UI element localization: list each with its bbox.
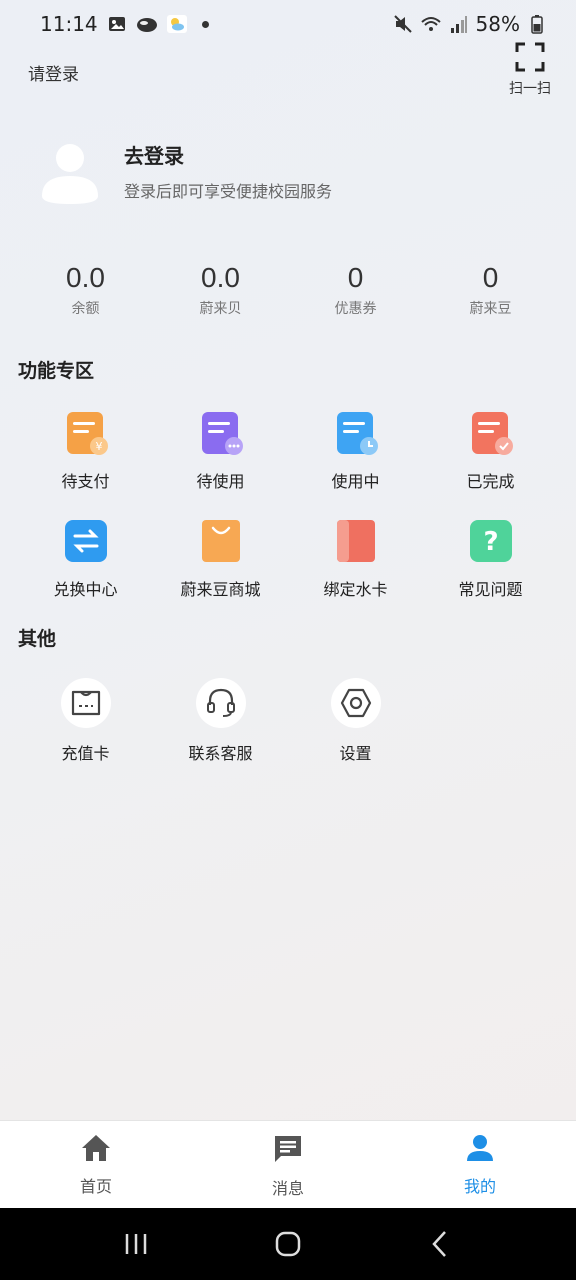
status-right: 58% — [392, 12, 548, 36]
tab-label: 消息 — [271, 1179, 304, 1198]
completed-icon — [468, 410, 514, 456]
feature-label: 已完成 — [466, 472, 515, 491]
home-nav-icon — [275, 1231, 301, 1257]
home-icon — [80, 1133, 112, 1167]
battery-icon — [526, 13, 548, 35]
feature-pending-payment[interactable]: ¥ 待支付 — [18, 410, 153, 518]
stats-row: 0.0 余额 0.0 蔚来贝 0 优惠券 0 蔚来豆 — [18, 262, 558, 318]
cloud-icon — [136, 13, 158, 35]
profile-card[interactable]: 去登录 登录后即可享受便捷校园服务 — [40, 138, 540, 218]
wifi-icon — [420, 13, 442, 35]
feature-label: 待使用 — [196, 472, 245, 491]
headset-icon — [195, 678, 246, 728]
tab-mine[interactable]: 我的 — [384, 1121, 576, 1208]
weather-icon — [166, 13, 188, 35]
mute-icon — [392, 13, 414, 35]
feature-pending-use[interactable]: 待使用 — [153, 410, 288, 518]
feature-label: 兑换中心 — [53, 580, 118, 599]
other-title: 其他 — [18, 628, 57, 650]
feature-label: 常见问题 — [458, 580, 523, 599]
scan-icon — [515, 42, 545, 76]
pending-use-icon — [198, 410, 244, 456]
feature-label: 使用中 — [331, 472, 380, 491]
svg-text:¥: ¥ — [95, 440, 102, 453]
stat-balance[interactable]: 0.0 余额 — [18, 262, 153, 318]
stat-value: 0.0 — [201, 262, 240, 293]
other-settings[interactable]: 设置 — [288, 678, 423, 786]
svg-text:?: ? — [483, 527, 498, 557]
feature-dou-mall[interactable]: 蔚来豆商城 — [153, 518, 288, 626]
back-icon — [432, 1231, 446, 1257]
scan-button[interactable]: 扫一扫 — [506, 42, 554, 98]
back-button[interactable] — [410, 1219, 470, 1269]
notification-dot — [201, 20, 209, 28]
login-link[interactable]: 请登录 — [28, 60, 79, 85]
shopping-bag-icon — [198, 518, 244, 564]
other-grid: 充值卡 联系客服 设置 — [18, 678, 558, 786]
settings-icon — [330, 678, 381, 728]
profile-title[interactable]: 去登录 — [124, 140, 184, 169]
feature-label: 蔚来豆商城 — [180, 580, 261, 599]
stat-weilai-dou[interactable]: 0 蔚来豆 — [423, 262, 558, 318]
other-contact-service[interactable]: 联系客服 — [153, 678, 288, 786]
tab-label: 首页 — [79, 1177, 112, 1196]
message-icon — [272, 1133, 304, 1169]
other-recharge-card[interactable]: 充值卡 — [18, 678, 153, 786]
stat-label: 蔚来贝 — [199, 301, 242, 317]
stat-coupons[interactable]: 0 优惠券 — [288, 262, 423, 318]
feature-in-use[interactable]: 使用中 — [288, 410, 423, 518]
stat-label: 优惠券 — [334, 301, 377, 317]
bottom-tab-bar: 首页 消息 我的 — [0, 1120, 576, 1208]
scan-label: 扫一扫 — [509, 81, 551, 97]
user-icon — [464, 1133, 496, 1167]
recents-icon — [125, 1234, 147, 1254]
recharge-card-icon — [60, 678, 111, 728]
stat-label: 余额 — [71, 301, 100, 317]
stat-weilai-bei[interactable]: 0.0 蔚来贝 — [153, 262, 288, 318]
battery-percent: 58% — [475, 12, 520, 36]
in-use-icon — [333, 410, 379, 456]
stat-value: 0.0 — [66, 262, 105, 293]
tab-messages[interactable]: 消息 — [192, 1121, 384, 1208]
other-label: 联系客服 — [188, 744, 253, 763]
system-nav-bar — [0, 1208, 576, 1280]
stat-label: 蔚来豆 — [469, 301, 512, 317]
feature-exchange-center[interactable]: 兑换中心 — [18, 518, 153, 626]
tab-home[interactable]: 首页 — [0, 1121, 192, 1208]
signal-icon — [448, 13, 470, 35]
feature-label: 待支付 — [61, 472, 110, 491]
status-time: 11:14 — [40, 12, 98, 36]
stat-value: 0 — [482, 262, 499, 293]
feature-faq[interactable]: ? 常见问题 — [423, 518, 558, 626]
other-label: 设置 — [339, 744, 372, 763]
stat-value: 0 — [347, 262, 364, 293]
image-icon — [106, 13, 128, 35]
feature-label: 绑定水卡 — [323, 580, 388, 599]
avatar[interactable] — [40, 140, 100, 206]
recents-button[interactable] — [106, 1219, 166, 1269]
header: 请登录 扫一扫 — [0, 40, 576, 104]
features-grid: ¥ 待支付 待使用 使用中 已完成 兑换中心 蔚来豆商城 绑定水卡 ? 常见问题 — [18, 410, 558, 626]
feature-completed[interactable]: 已完成 — [423, 410, 558, 518]
feature-bind-water-card[interactable]: 绑定水卡 — [288, 518, 423, 626]
exchange-icon — [63, 518, 109, 564]
features-title: 功能专区 — [18, 360, 95, 382]
profile-subtitle: 登录后即可享受便捷校园服务 — [124, 182, 333, 201]
water-card-icon — [333, 518, 379, 564]
tab-label: 我的 — [463, 1177, 496, 1196]
status-left: 11:14 — [40, 12, 209, 36]
other-label: 充值卡 — [61, 744, 110, 763]
home-nav-button[interactable] — [258, 1219, 318, 1269]
pending-payment-icon: ¥ — [63, 410, 109, 456]
question-icon: ? — [468, 518, 514, 564]
